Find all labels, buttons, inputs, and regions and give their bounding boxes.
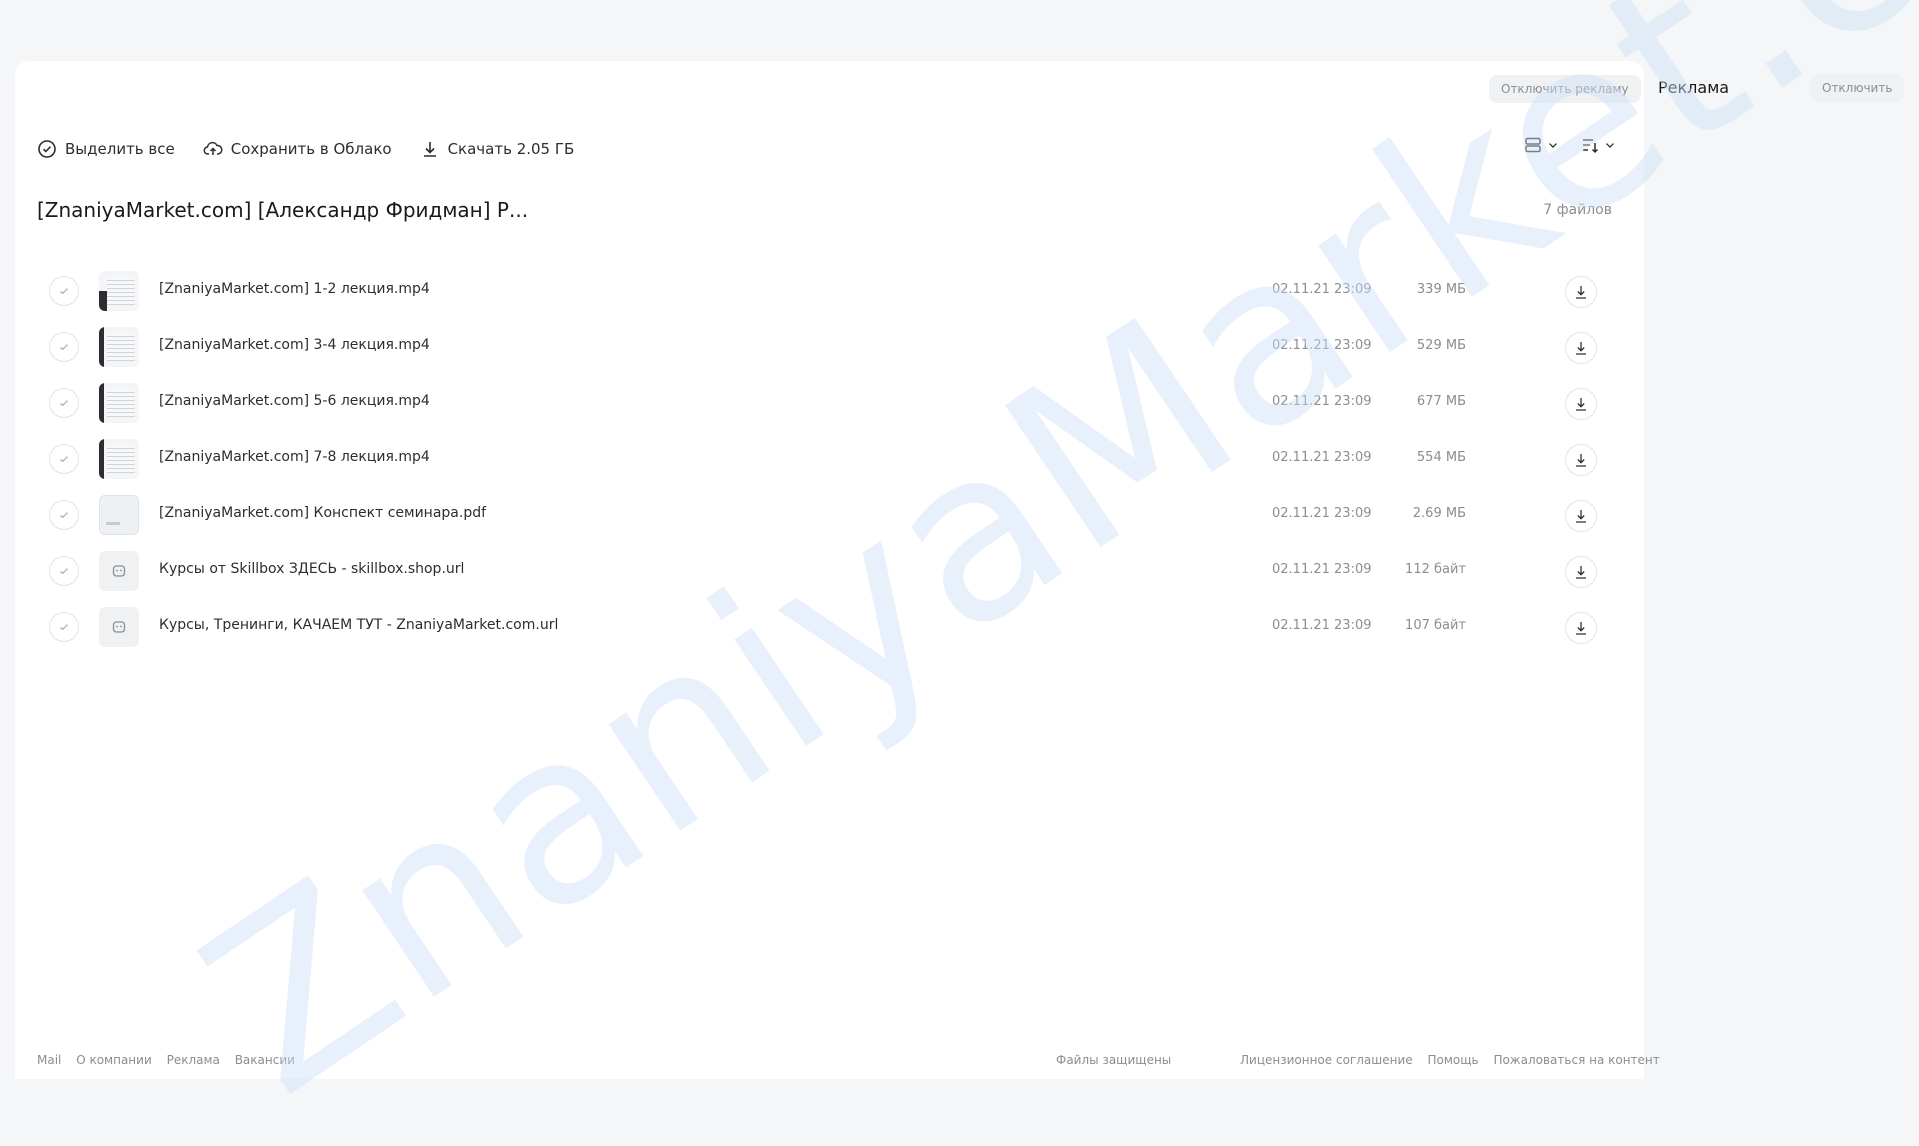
file-name[interactable]: Курсы, Тренинги, КАЧАЕМ ТУТ - ZnaniyaMar… <box>159 617 558 633</box>
download-icon <box>1576 342 1586 355</box>
chevron-down-icon <box>1549 143 1557 148</box>
file-size: 339 МБ <box>1416 282 1466 297</box>
footer-protected-text: Файлы защищены <box>1056 1053 1172 1067</box>
row-checkbox[interactable] <box>49 276 79 306</box>
folder-title: [ZnaniyaMarket.com] [Александр Фридман] … <box>37 198 529 222</box>
link-file-thumbnail <box>99 607 139 647</box>
row-checkbox[interactable] <box>49 556 79 586</box>
link-icon <box>112 565 126 577</box>
select-all-label: Выделить все <box>65 140 175 158</box>
file-name[interactable]: [ZnaniyaMarket.com] 7-8 лекция.mp4 <box>159 449 430 465</box>
file-list: [ZnaniyaMarket.com] 1-2 лекция.mp4 02.11… <box>15 262 1644 654</box>
footer-link-report[interactable]: Пожаловаться на контент <box>1493 1053 1659 1067</box>
file-date: 02.11.21 23:09 <box>1272 394 1372 409</box>
footer-right-links: Лицензионное соглашение Помощь Пожаловат… <box>1240 1053 1671 1067</box>
file-size: 529 МБ <box>1416 338 1466 353</box>
footer-link-help[interactable]: Помощь <box>1427 1053 1478 1067</box>
footer-link-mail[interactable]: Mail <box>37 1053 61 1067</box>
check-circle-icon <box>38 140 56 158</box>
file-size: 107 байт <box>1405 618 1466 633</box>
file-size: 677 МБ <box>1416 394 1466 409</box>
video-thumbnail <box>99 327 139 367</box>
row-checkbox[interactable] <box>49 500 79 530</box>
check-icon <box>60 624 68 631</box>
sort-dropdown[interactable] <box>1580 135 1617 155</box>
download-icon <box>1576 454 1586 467</box>
check-icon <box>60 512 68 519</box>
footer-link-jobs[interactable]: Вакансии <box>235 1053 295 1067</box>
file-row[interactable]: Курсы от Skillbox ЗДЕСЬ - skillbox.shop.… <box>15 542 1644 598</box>
download-all-label: Скачать 2.05 ГБ <box>447 140 575 158</box>
row-checkbox[interactable] <box>49 612 79 642</box>
download-file-button[interactable] <box>1565 388 1597 420</box>
file-name[interactable]: [ZnaniyaMarket.com] Конспект семинара.pd… <box>159 505 486 521</box>
file-date: 02.11.21 23:09 <box>1272 506 1372 521</box>
download-file-button[interactable] <box>1565 612 1597 644</box>
check-icon <box>60 568 68 575</box>
download-all-button[interactable]: Скачать 2.05 ГБ <box>420 139 575 159</box>
check-icon <box>60 456 68 463</box>
file-row[interactable]: [ZnaniyaMarket.com] 5-6 лекция.mp4 02.11… <box>15 374 1644 430</box>
select-all-button[interactable]: Выделить все <box>37 139 175 159</box>
download-file-button[interactable] <box>1565 444 1597 476</box>
file-name[interactable]: [ZnaniyaMarket.com] 1-2 лекция.mp4 <box>159 281 430 297</box>
row-checkbox[interactable] <box>49 332 79 362</box>
file-row[interactable]: [ZnaniyaMarket.com] 3-4 лекция.mp4 02.11… <box>15 318 1644 374</box>
row-checkbox[interactable] <box>49 388 79 418</box>
ad-disable-button[interactable]: Отключить <box>1810 74 1905 102</box>
footer-link-license[interactable]: Лицензионное соглашение <box>1240 1053 1413 1067</box>
footer-left-links: Mail О компании Реклама Вакансии <box>37 1053 306 1067</box>
file-name[interactable]: [ZnaniyaMarket.com] 3-4 лекция.mp4 <box>159 337 430 353</box>
download-file-button[interactable] <box>1565 332 1597 364</box>
row-checkbox[interactable] <box>49 444 79 474</box>
check-icon <box>60 344 68 351</box>
file-count: 7 файлов <box>1543 202 1612 218</box>
file-name[interactable]: Курсы от Skillbox ЗДЕСЬ - skillbox.shop.… <box>159 561 464 577</box>
file-date: 02.11.21 23:09 <box>1272 562 1372 577</box>
download-icon <box>1576 398 1586 411</box>
footer-link-company[interactable]: О компании <box>76 1053 152 1067</box>
link-icon <box>112 621 126 633</box>
download-file-button[interactable] <box>1565 556 1597 588</box>
link-file-thumbnail <box>99 551 139 591</box>
download-icon <box>1576 566 1586 579</box>
ad-sidebar-title: Реклама <box>1658 78 1730 97</box>
file-date: 02.11.21 23:09 <box>1272 282 1372 297</box>
view-mode-dropdown[interactable] <box>1523 135 1560 155</box>
save-to-cloud-button[interactable]: Сохранить в Облако <box>203 139 392 159</box>
check-icon <box>60 400 68 407</box>
sort-icon <box>1583 139 1599 154</box>
video-thumbnail <box>99 439 139 479</box>
download-file-button[interactable] <box>1565 500 1597 532</box>
save-to-cloud-label: Сохранить в Облако <box>230 140 392 158</box>
file-row[interactable]: [ZnaniyaMarket.com] Конспект семинара.pd… <box>15 486 1644 542</box>
file-size: 554 МБ <box>1416 450 1466 465</box>
cloud-upload-icon <box>203 141 223 155</box>
file-date: 02.11.21 23:09 <box>1272 338 1372 353</box>
footer-link-ads[interactable]: Реклама <box>167 1053 220 1067</box>
file-date: 02.11.21 23:09 <box>1272 618 1372 633</box>
file-row[interactable]: Курсы, Тренинги, КАЧАЕМ ТУТ - ZnaniyaMar… <box>15 598 1644 654</box>
video-thumbnail <box>99 383 139 423</box>
download-icon <box>1576 286 1586 299</box>
list-view-icon <box>1525 137 1541 153</box>
file-date: 02.11.21 23:09 <box>1272 450 1372 465</box>
download-icon <box>423 142 436 157</box>
file-panel: Отключить рекламу Выделить все Сохранить… <box>15 61 1644 1079</box>
pdf-thumbnail <box>99 495 139 535</box>
download-icon <box>1576 510 1586 523</box>
file-size: 2.69 МБ <box>1412 506 1466 521</box>
check-icon <box>60 288 68 295</box>
video-thumbnail <box>99 271 139 311</box>
file-name[interactable]: [ZnaniyaMarket.com] 5-6 лекция.mp4 <box>159 393 430 409</box>
file-row[interactable]: [ZnaniyaMarket.com] 1-2 лекция.mp4 02.11… <box>15 262 1644 318</box>
file-row[interactable]: [ZnaniyaMarket.com] 7-8 лекция.mp4 02.11… <box>15 430 1644 486</box>
download-icon <box>1576 622 1586 635</box>
disable-ads-button[interactable]: Отключить рекламу <box>1489 75 1641 103</box>
toolbar: Выделить все Сохранить в Облако Скачать … <box>37 137 574 161</box>
view-controls <box>1523 135 1617 155</box>
download-file-button[interactable] <box>1565 276 1597 308</box>
file-size: 112 байт <box>1405 562 1466 577</box>
chevron-down-icon <box>1606 143 1614 148</box>
